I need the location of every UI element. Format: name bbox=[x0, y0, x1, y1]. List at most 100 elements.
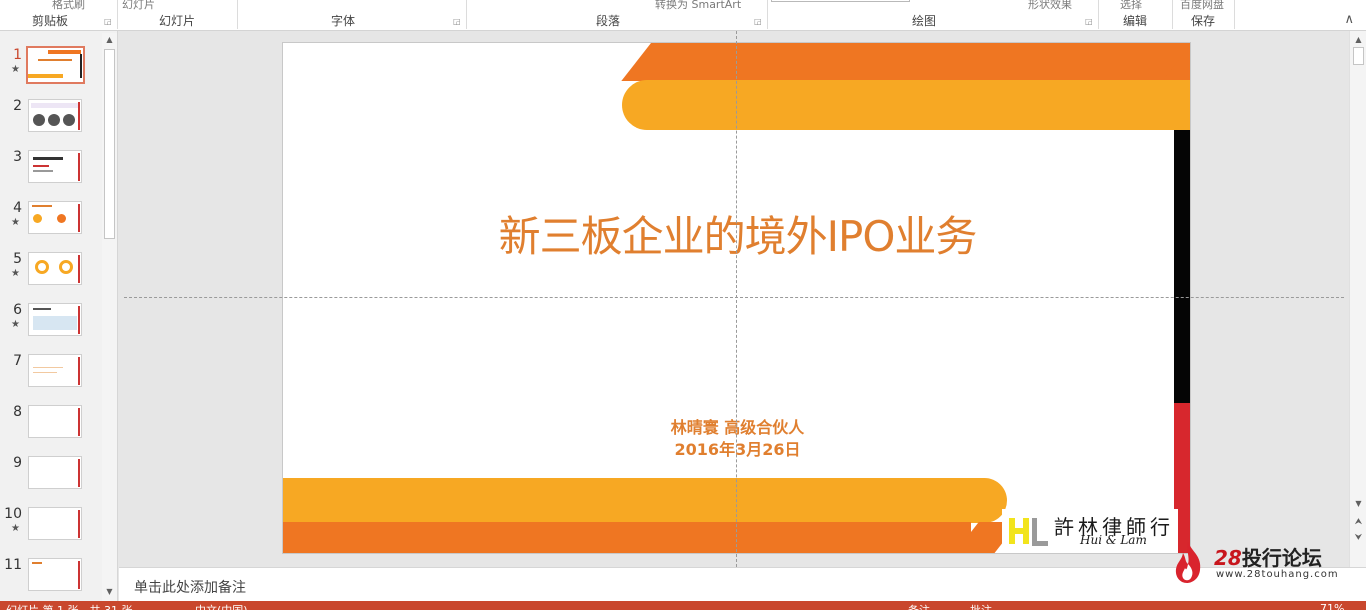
select-button[interactable]: 选择 bbox=[1120, 0, 1142, 12]
zoom-level[interactable]: 71% bbox=[1320, 602, 1344, 610]
slide-preview bbox=[28, 252, 82, 285]
editor-scrollbar[interactable]: ▲ ▼ ⮝ ⮟ bbox=[1349, 31, 1366, 567]
hl-logo-icon bbox=[1009, 518, 1048, 546]
language-status[interactable]: 中文(中国) bbox=[195, 602, 248, 610]
baidu-netdisk-button[interactable]: 百度网盘 bbox=[1180, 0, 1224, 12]
flame-logo-icon bbox=[1175, 542, 1201, 583]
slide-number: 2 bbox=[13, 98, 22, 114]
slide-number: 7 bbox=[13, 353, 22, 369]
slide-thumbnail-5[interactable]: 5 ★ bbox=[0, 251, 100, 296]
font-launcher-icon[interactable]: ◲ bbox=[453, 17, 461, 26]
slide-number: 10 bbox=[4, 506, 22, 522]
group-separator bbox=[767, 0, 768, 29]
slide-preview bbox=[28, 507, 82, 540]
paragraph-launcher-icon[interactable]: ◲ bbox=[754, 17, 762, 26]
thumbnail-scrollbar[interactable]: ▲ ▼ bbox=[102, 33, 117, 601]
slide-preview bbox=[26, 46, 85, 84]
forum-watermark: 28投行论坛 www.28touhang.com bbox=[1168, 538, 1348, 588]
slide-thumbnail-3[interactable]: 3 bbox=[0, 149, 100, 194]
slide-number: 4 bbox=[13, 200, 22, 216]
bottom-yellow-band bbox=[283, 478, 1007, 523]
brand-number: 28 bbox=[1214, 546, 1242, 570]
group-separator bbox=[1234, 0, 1235, 29]
slide-preview bbox=[28, 99, 82, 132]
slide-preview bbox=[28, 150, 82, 183]
slide-editor: 新三板企业的境外IPO业务 林晴寰 高级合伙人 2016年3月26日 許林律師行… bbox=[119, 31, 1349, 567]
forum-url: www.28touhang.com bbox=[1216, 569, 1339, 580]
scroll-down-arrow-icon[interactable]: ▼ bbox=[1351, 497, 1366, 511]
clipboard-launcher-icon[interactable]: ◲ bbox=[104, 17, 112, 26]
scroll-up-arrow-icon[interactable]: ▲ bbox=[102, 33, 117, 47]
slide-preview bbox=[28, 558, 82, 591]
collapse-ribbon-icon[interactable]: ∧ bbox=[1344, 12, 1354, 27]
shape-effects-button[interactable]: 形状效果 bbox=[1028, 0, 1072, 12]
notes-placeholder[interactable]: 单击此处添加备注 bbox=[134, 577, 246, 597]
animation-star-icon: ★ bbox=[11, 319, 20, 330]
brand-text: 投行论坛 bbox=[1241, 546, 1322, 570]
scroll-thumb[interactable] bbox=[104, 49, 115, 239]
slide-preview bbox=[28, 405, 82, 438]
slide-number: 5 bbox=[13, 251, 22, 267]
slide-thumbnail-4[interactable]: 4 ★ bbox=[0, 200, 100, 245]
group-separator bbox=[1172, 0, 1173, 29]
scroll-down-arrow-icon[interactable]: ▼ bbox=[102, 585, 117, 599]
group-label-drawing: 绘图 bbox=[912, 14, 937, 28]
slide-preview bbox=[28, 303, 82, 336]
side-black-bar bbox=[1174, 130, 1190, 403]
slide-thumbnail-7[interactable]: 7 bbox=[0, 353, 100, 398]
group-separator bbox=[466, 0, 467, 29]
slide-thumbnail-1[interactable]: 1 ★ bbox=[0, 46, 100, 92]
new-slide-button[interactable]: 幻灯片 bbox=[122, 0, 155, 12]
previous-slide-icon[interactable]: ⮝ bbox=[1351, 515, 1366, 529]
group-separator bbox=[117, 0, 118, 29]
presenter-name[interactable]: 林晴寰 高级合伙人 bbox=[283, 414, 1190, 438]
ribbon: 格式刷 幻灯片 转换为 SmartArt 形状效果 选择 百度网盘 剪贴板 ◲ … bbox=[0, 0, 1366, 31]
animation-star-icon: ★ bbox=[11, 217, 20, 228]
group-label-paragraph: 段落 bbox=[596, 14, 621, 28]
slide-number: 8 bbox=[13, 404, 22, 420]
slide-number: 9 bbox=[13, 455, 22, 471]
animation-star-icon: ★ bbox=[11, 268, 20, 279]
slide-title[interactable]: 新三板企业的境外IPO业务 bbox=[283, 203, 1190, 264]
forum-brand: 28投行论坛 bbox=[1214, 542, 1322, 571]
vertical-guide[interactable] bbox=[736, 31, 737, 567]
top-orange-band-edge bbox=[621, 43, 1190, 81]
slide-count-status[interactable]: 幻灯片 第 1 张，共 31 张 bbox=[6, 602, 132, 610]
top-yellow-band bbox=[622, 80, 1190, 130]
slide-preview bbox=[28, 456, 82, 489]
status-bar: 幻灯片 第 1 张，共 31 张 中文(中国) 备注 批注 71% bbox=[0, 601, 1366, 610]
group-label-font: 字体 bbox=[331, 14, 356, 28]
slide-number: 3 bbox=[13, 149, 22, 165]
slide-number: 1 bbox=[13, 47, 22, 63]
font-size-combo[interactable] bbox=[771, 0, 910, 2]
horizontal-guide[interactable] bbox=[124, 297, 1344, 298]
slide-thumbnail-6[interactable]: 6 ★ bbox=[0, 302, 100, 347]
drawing-launcher-icon[interactable]: ◲ bbox=[1085, 17, 1093, 26]
slide-thumbnail-pane: 1 ★ 2 3 4 ★ 5 ★ 6 ★ 7 8 9 10 ★ 11 ▲ ▼ bbox=[0, 31, 118, 601]
comments-toggle-button[interactable]: 批注 bbox=[970, 602, 992, 610]
firm-logo: 許林律師行 Hui & Lam bbox=[1002, 509, 1178, 553]
animation-star-icon: ★ bbox=[11, 64, 20, 75]
slide-preview bbox=[28, 201, 82, 234]
group-separator bbox=[1098, 0, 1099, 29]
slide-preview bbox=[28, 354, 82, 387]
slide-thumbnail-8[interactable]: 8 bbox=[0, 404, 100, 449]
firm-name-english: Hui & Lam bbox=[1080, 533, 1147, 547]
group-label-editing: 编辑 bbox=[1123, 14, 1148, 28]
notes-toggle-button[interactable]: 备注 bbox=[908, 602, 930, 610]
scroll-thumb[interactable] bbox=[1353, 47, 1364, 65]
bottom-orange-band bbox=[283, 522, 971, 553]
scroll-up-arrow-icon[interactable]: ▲ bbox=[1351, 33, 1366, 47]
slide-thumbnail-9[interactable]: 9 bbox=[0, 455, 100, 500]
animation-star-icon: ★ bbox=[11, 523, 20, 534]
group-label-slides: 幻灯片 bbox=[159, 14, 196, 28]
slide-thumbnail-2[interactable]: 2 bbox=[0, 98, 100, 143]
next-slide-icon[interactable]: ⮟ bbox=[1351, 531, 1366, 545]
presentation-date[interactable]: 2016年3月26日 bbox=[283, 436, 1190, 460]
slide-thumbnail-10[interactable]: 10 ★ bbox=[0, 506, 100, 551]
slide-thumbnail-11[interactable]: 11 bbox=[0, 557, 100, 602]
convert-smartart-button[interactable]: 转换为 SmartArt bbox=[655, 0, 741, 12]
format-painter-button[interactable]: 格式刷 bbox=[52, 0, 85, 12]
group-label-save: 保存 bbox=[1191, 14, 1216, 28]
group-separator bbox=[237, 0, 238, 29]
